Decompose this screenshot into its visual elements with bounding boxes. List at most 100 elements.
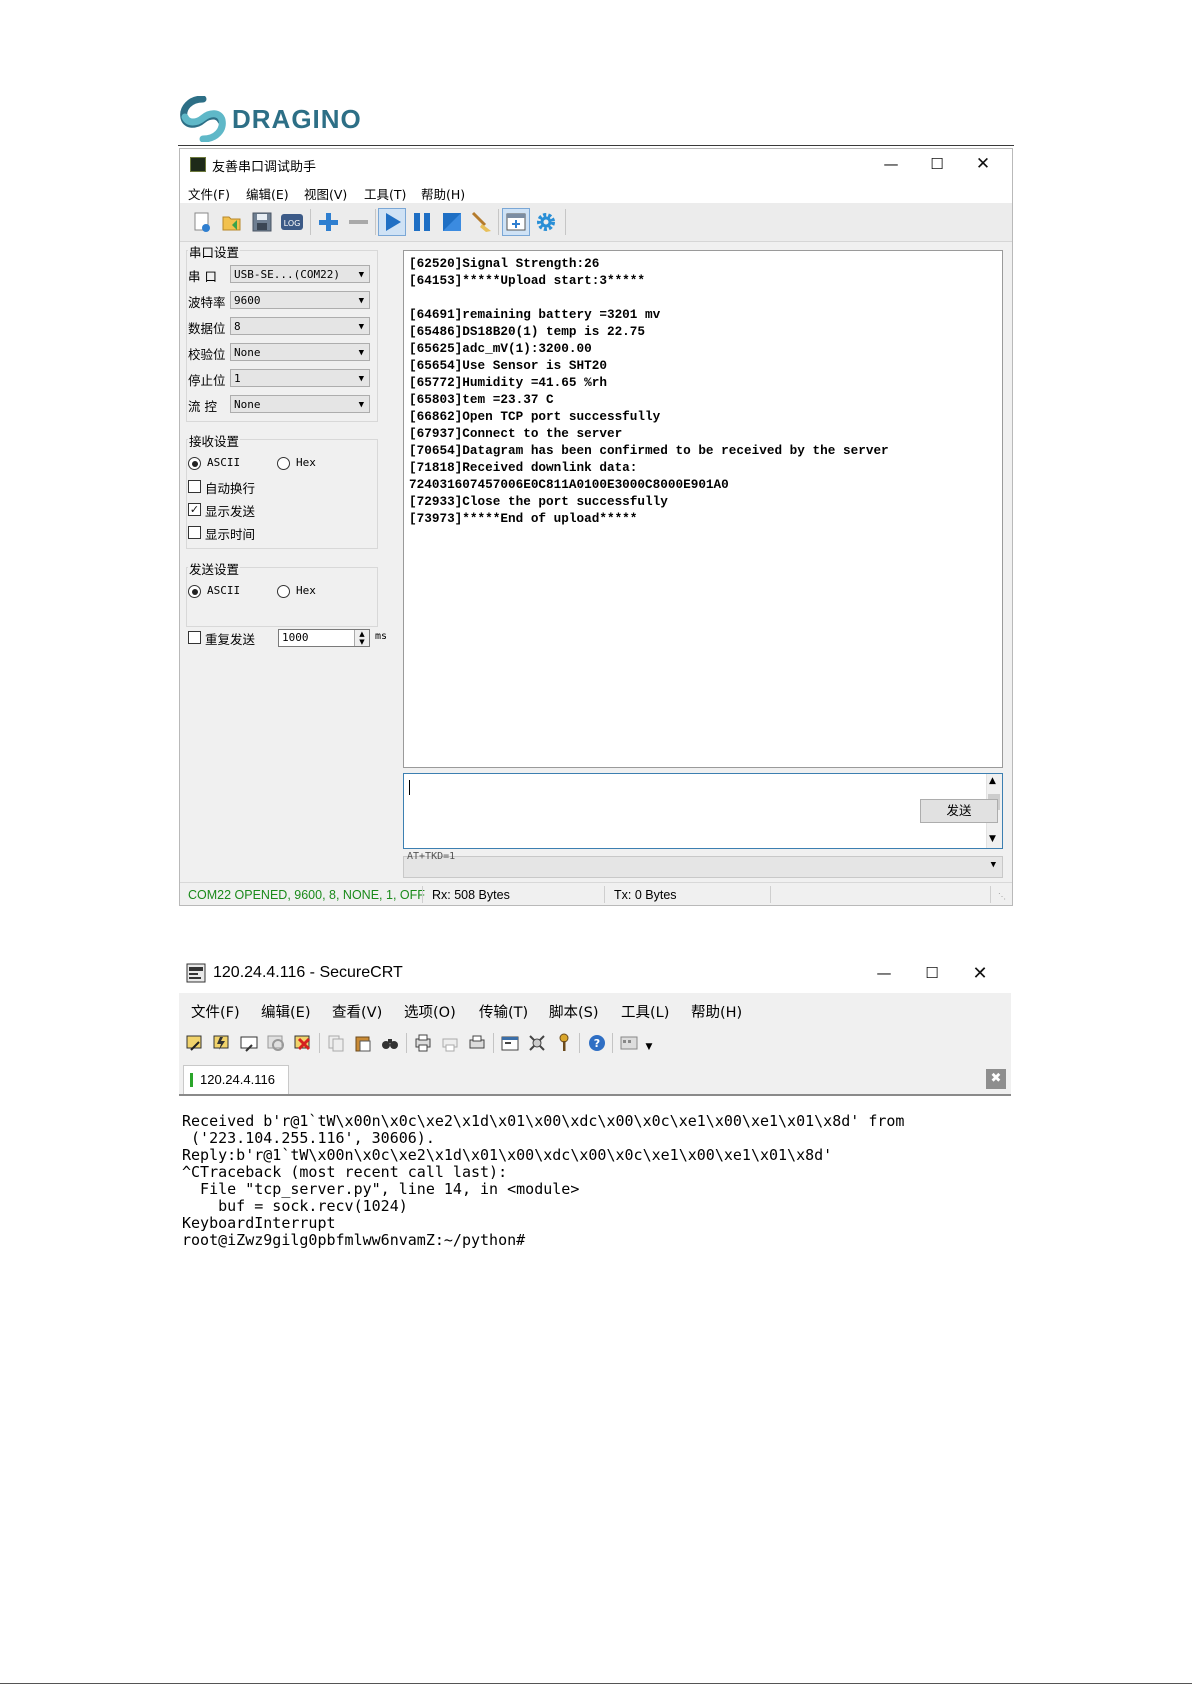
disconnect-icon[interactable] [292, 1032, 314, 1054]
close-button[interactable]: ✕ [957, 958, 1003, 988]
interval-spinner[interactable]: ▲ ▼ [354, 630, 369, 646]
connection-status-indicator [190, 1073, 193, 1087]
send-input[interactable]: ▲ ▼ [403, 773, 1003, 849]
svg-text:?: ? [594, 1037, 600, 1050]
close-tab-icon[interactable]: ✖ [986, 1069, 1006, 1089]
menu-options[interactable]: 选项(O) [404, 1001, 456, 1022]
chevron-down-icon: ▼ [358, 400, 364, 410]
find-icon[interactable] [379, 1032, 401, 1054]
keymap-icon[interactable] [618, 1032, 640, 1054]
receive-hex-radio[interactable] [277, 457, 290, 470]
settings-icon[interactable] [532, 208, 560, 236]
parity-select[interactable]: None ▼ [230, 343, 370, 361]
copy-icon[interactable] [325, 1032, 347, 1054]
menu-file[interactable]: 文件(F) [188, 184, 230, 203]
menu-help[interactable]: 帮助(H) [691, 1001, 742, 1022]
maximize-button[interactable]: ☐ [909, 958, 955, 988]
new-window-icon[interactable] [502, 208, 530, 236]
receive-settings-title: 接收设置 [188, 431, 241, 450]
receive-output[interactable]: [62520]Signal Strength:26 [64153]*****Up… [403, 250, 1003, 768]
receive-ascii-radio[interactable] [188, 457, 201, 470]
securecrt-app-icon [186, 963, 206, 983]
paste-icon[interactable] [352, 1032, 374, 1054]
port-select[interactable]: USB-SE...(COM22) ▼ [230, 265, 370, 283]
minimize-button[interactable]: — [861, 958, 907, 988]
show-time-checkbox[interactable] [188, 526, 201, 539]
help-icon[interactable]: ? [586, 1032, 608, 1054]
global-options-icon[interactable] [526, 1032, 548, 1054]
menu-view[interactable]: 视图(V) [304, 184, 347, 203]
auto-wrap-checkbox[interactable] [188, 480, 201, 493]
play-icon[interactable] [378, 208, 406, 236]
repeat-interval-input[interactable]: 1000 ▲ ▼ [278, 629, 370, 647]
app-icon [190, 157, 206, 172]
session-tab[interactable]: 120.24.4.116 [183, 1065, 289, 1094]
scroll-up-icon[interactable]: ▲ [989, 776, 996, 786]
close-button[interactable]: ✕ [960, 149, 1006, 179]
show-time-label: 显示时间 [205, 527, 256, 542]
auto-wrap-label: 自动换行 [205, 481, 256, 496]
send-hex-label: Hex [296, 584, 316, 597]
resize-grip-icon[interactable]: ⋱ [998, 892, 1006, 901]
maximize-button[interactable]: ☐ [914, 149, 960, 179]
print-selection-icon[interactable] [439, 1032, 461, 1054]
interval-unit: ms [375, 631, 388, 642]
repeat-send-checkbox[interactable] [188, 631, 201, 644]
baud-select[interactable]: 9600 ▼ [230, 291, 370, 309]
pause-icon[interactable] [408, 208, 436, 236]
menu-help[interactable]: 帮助(H) [421, 184, 465, 203]
databits-value: 8 [234, 320, 241, 333]
stopbits-select[interactable]: 1 ▼ [230, 369, 370, 387]
log-icon[interactable]: LOG [278, 208, 306, 236]
menu-script[interactable]: 脚本(S) [549, 1001, 599, 1022]
menu-bar: 文件(F) 编辑(E) 查看(V) 选项(O) 传输(T) 脚本(S) 工具(L… [179, 993, 1011, 1025]
chevron-down-icon: ▼ [358, 348, 364, 358]
menu-transfer[interactable]: 传输(T) [479, 1001, 528, 1022]
session-options-icon[interactable] [499, 1032, 521, 1054]
tx-count: Tx: 0 Bytes [614, 888, 677, 902]
new-icon[interactable] [188, 208, 216, 236]
stopbits-value: 1 [234, 372, 241, 385]
send-ascii-radio[interactable] [188, 585, 201, 598]
print-icon[interactable] [466, 1032, 488, 1054]
scroll-down-icon[interactable]: ▼ [989, 834, 996, 844]
receive-ascii-label: ASCII [207, 456, 241, 469]
flowcontrol-value: None [234, 398, 261, 411]
menu-file[interactable]: 文件(F) [191, 1001, 240, 1022]
reconnect-icon[interactable] [265, 1032, 287, 1054]
key-icon[interactable] [553, 1032, 575, 1054]
page-divider [0, 1683, 1192, 1684]
svg-text:LOG: LOG [284, 219, 301, 228]
show-send-checkbox[interactable]: ✓ [188, 503, 201, 516]
securecrt-window: 120.24.4.116 - SecureCRT — ☐ ✕ 文件(F) 编辑(… [179, 953, 1011, 1275]
menu-edit[interactable]: 编辑(E) [261, 1001, 310, 1022]
menu-tools[interactable]: 工具(T) [364, 184, 406, 203]
connect-icon[interactable] [184, 1032, 206, 1054]
flowcontrol-select[interactable]: None ▼ [230, 395, 370, 413]
remove-icon[interactable] [344, 208, 372, 236]
connect-tab-icon[interactable] [238, 1032, 260, 1054]
command-history-select[interactable]: AT+TKD=1 ▼ [403, 851, 1003, 878]
toolbar-overflow-icon[interactable]: ▼ [643, 1039, 655, 1055]
menu-edit[interactable]: 编辑(E) [246, 184, 289, 203]
databits-select[interactable]: 8 ▼ [230, 317, 370, 335]
repeat-interval-value: 1000 [282, 631, 309, 644]
terminal-output[interactable]: Received b'r@1`tW\x00n\x0c\xe2\x1d\x01\x… [179, 1096, 1011, 1275]
port-settings-title: 串口设置 [188, 242, 241, 261]
menu-view[interactable]: 查看(V) [332, 1001, 382, 1022]
open-icon[interactable] [218, 208, 246, 236]
save-icon[interactable] [248, 208, 276, 236]
send-hex-radio[interactable] [277, 585, 290, 598]
minimize-button[interactable]: — [868, 149, 914, 179]
quick-connect-icon[interactable] [211, 1032, 233, 1054]
menu-tools[interactable]: 工具(L) [621, 1001, 669, 1022]
port-label: 串 口 [188, 269, 217, 284]
terminal-text: Received b'r@1`tW\x00n\x0c\xe2\x1d\x01\x… [182, 1112, 905, 1249]
port-status: COM22 OPENED, 9600, 8, NONE, 1, OFF [188, 888, 425, 902]
stop-icon[interactable] [438, 208, 466, 236]
clear-icon[interactable] [468, 208, 496, 236]
print-screen-icon[interactable] [412, 1032, 434, 1054]
title-bar: 120.24.4.116 - SecureCRT — ☐ ✕ [179, 953, 1011, 993]
send-button[interactable]: 发送 [920, 799, 998, 823]
add-icon[interactable] [314, 208, 342, 236]
